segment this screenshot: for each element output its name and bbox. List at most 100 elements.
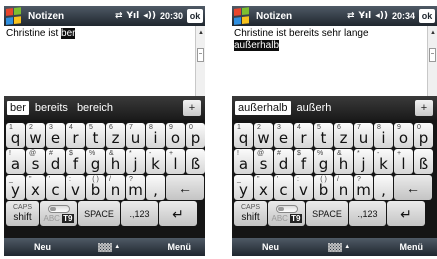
suggestion-item[interactable]: ber xyxy=(7,101,29,115)
scrollbar[interactable]: ▲ xyxy=(427,26,437,96)
key-a[interactable]: ! a xyxy=(234,149,253,174)
key-m[interactable]: ? m xyxy=(354,175,373,200)
softkey-new[interactable]: Neu xyxy=(34,242,51,252)
key-y[interactable]: _ y xyxy=(234,175,253,200)
scrollbar[interactable]: ▲ xyxy=(195,26,205,96)
key-h[interactable]: & h xyxy=(334,149,353,174)
note-text-area[interactable]: Christine ist bereits sehr lange außerha… xyxy=(232,26,427,96)
speaker-icon[interactable]: ◂)) xyxy=(143,11,156,21)
space-key[interactable]: SPACE xyxy=(78,201,120,226)
key-k[interactable]: -k xyxy=(146,149,165,174)
keyboard-toggle-button[interactable]: ▲ xyxy=(328,242,350,252)
key-f[interactable]: $ f xyxy=(66,149,85,174)
antenna-icon[interactable]: Y̵ıl xyxy=(127,11,140,21)
key-z[interactable]: 6z xyxy=(334,123,353,148)
key-j[interactable]: * j xyxy=(126,149,145,174)
note-text-area[interactable]: Christine ist ber xyxy=(4,26,195,96)
key-e[interactable]: 3e xyxy=(274,123,293,148)
key-sz[interactable]: ß xyxy=(186,149,205,174)
key-b[interactable]: ( ) b xyxy=(314,175,333,200)
clock[interactable]: 20:30 xyxy=(160,11,183,21)
key-v[interactable]: :v xyxy=(294,175,313,200)
windows-start-icon[interactable] xyxy=(6,7,22,25)
key-w[interactable]: 2w xyxy=(26,123,45,148)
key-w[interactable]: 2w xyxy=(254,123,273,148)
shift-key[interactable]: CAPS shift xyxy=(234,201,267,226)
keyboard-toggle-button[interactable]: ▲ xyxy=(98,242,120,252)
suggestion-item[interactable]: bereits xyxy=(32,101,71,115)
key-n[interactable]: / n xyxy=(334,175,353,200)
key-a[interactable]: ! a xyxy=(6,149,25,174)
key-r[interactable]: 4r xyxy=(294,123,313,148)
key-o[interactable]: 9o xyxy=(166,123,185,148)
symbols-key[interactable]: .,123 xyxy=(349,201,386,226)
t9-toggle-key[interactable]: ABC T9 xyxy=(40,201,77,226)
key-x[interactable]: " x xyxy=(26,175,45,200)
suggestion-item[interactable]: außerh xyxy=(294,101,335,115)
scroll-thumb[interactable] xyxy=(197,48,204,62)
key-s[interactable]: @ s xyxy=(254,149,273,174)
key-m[interactable]: ? m xyxy=(126,175,145,200)
key-x[interactable]: " x xyxy=(254,175,273,200)
signal-sync-icon[interactable]: ⇄ xyxy=(347,11,355,21)
key-i[interactable]: 8i xyxy=(146,123,165,148)
scroll-thumb[interactable] xyxy=(429,48,436,62)
key-y[interactable]: _ y xyxy=(6,175,25,200)
key-s[interactable]: @ s xyxy=(26,149,45,174)
symbols-key[interactable]: .,123 xyxy=(121,201,158,226)
antenna-icon[interactable]: Y̵ıl xyxy=(359,11,372,21)
key-comma[interactable]: , xyxy=(374,175,393,200)
key-c[interactable]: ' c xyxy=(46,175,65,200)
enter-key[interactable]: ↵ xyxy=(387,201,425,226)
ok-button[interactable]: ok xyxy=(187,9,203,23)
suggestion-item[interactable]: außerhalb xyxy=(235,101,291,115)
speaker-icon[interactable]: ◂)) xyxy=(375,11,388,21)
key-p[interactable]: 0p xyxy=(186,123,205,148)
backspace-key[interactable]: ← xyxy=(166,175,204,200)
signal-sync-icon[interactable]: ⇄ xyxy=(115,11,123,21)
key-d[interactable]: # d xyxy=(46,149,65,174)
key-z[interactable]: 6z xyxy=(106,123,125,148)
t9-toggle-key[interactable]: ABC T9 xyxy=(268,201,305,226)
key-i[interactable]: 8i xyxy=(374,123,393,148)
softkey-new[interactable]: Neu xyxy=(262,242,279,252)
key-l[interactable]: + l xyxy=(394,149,413,174)
key-l[interactable]: + l xyxy=(166,149,185,174)
key-f[interactable]: $ f xyxy=(294,149,313,174)
key-b[interactable]: ( ) b xyxy=(86,175,105,200)
softkey-menu[interactable]: Menü xyxy=(168,242,192,252)
key-e[interactable]: 3e xyxy=(46,123,65,148)
key-u[interactable]: 7u xyxy=(354,123,373,148)
key-n[interactable]: / n xyxy=(106,175,125,200)
key-t[interactable]: 5t xyxy=(86,123,105,148)
key-q[interactable]: 1q xyxy=(234,123,253,148)
key-k[interactable]: -k xyxy=(374,149,393,174)
space-key[interactable]: SPACE xyxy=(306,201,348,226)
key-c[interactable]: ' c xyxy=(274,175,293,200)
backspace-key[interactable]: ← xyxy=(394,175,432,200)
suggestion-item[interactable]: bereich xyxy=(74,101,116,115)
key-d[interactable]: # d xyxy=(274,149,293,174)
scroll-up-icon[interactable]: ▲ xyxy=(430,30,436,36)
key-comma[interactable]: , xyxy=(146,175,165,200)
key-r[interactable]: 4r xyxy=(66,123,85,148)
softkey-menu[interactable]: Menü xyxy=(400,242,424,252)
key-q[interactable]: 1q xyxy=(6,123,25,148)
key-p[interactable]: 0p xyxy=(414,123,433,148)
enter-key[interactable]: ↵ xyxy=(159,201,197,226)
key-v[interactable]: :v xyxy=(66,175,85,200)
key-u[interactable]: 7u xyxy=(126,123,145,148)
windows-start-icon[interactable] xyxy=(234,7,250,25)
add-word-button[interactable]: + xyxy=(415,100,433,116)
clock[interactable]: 20:34 xyxy=(392,11,415,21)
key-g[interactable]: % g xyxy=(86,149,105,174)
key-o[interactable]: 9o xyxy=(394,123,413,148)
scroll-up-icon[interactable]: ▲ xyxy=(198,30,204,36)
add-word-button[interactable]: + xyxy=(183,100,201,116)
key-g[interactable]: % g xyxy=(314,149,333,174)
shift-key[interactable]: CAPS shift xyxy=(6,201,39,226)
key-t[interactable]: 5t xyxy=(314,123,333,148)
key-sz[interactable]: ß xyxy=(414,149,433,174)
key-h[interactable]: & h xyxy=(106,149,125,174)
ok-button[interactable]: ok xyxy=(419,9,435,23)
